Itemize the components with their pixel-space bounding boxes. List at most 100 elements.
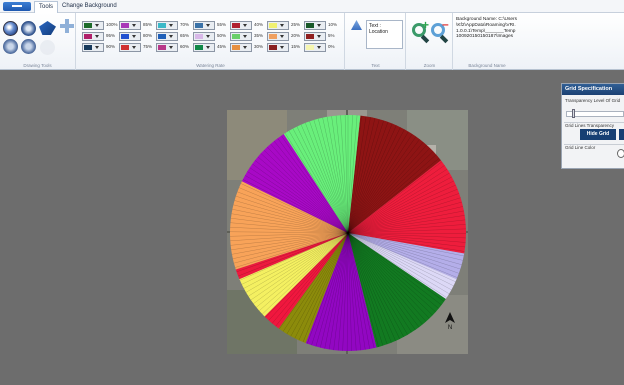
watering-rate-swatch[interactable]: 20% xyxy=(267,32,305,41)
background-name-label: Background Name xyxy=(468,63,506,68)
chevron-down-icon xyxy=(169,35,173,38)
ribbon: Drawing Tools 100% 95% 90% 85% 80% 75% 70% 65% 6… xyxy=(0,13,624,70)
watering-rate-swatch[interactable]: 80% xyxy=(119,32,157,41)
swatch-percent: 80% xyxy=(143,33,153,38)
swatch-percent: 50% xyxy=(217,33,227,38)
swatch-color xyxy=(232,45,240,50)
watering-rate-swatch[interactable]: 40% xyxy=(230,21,268,30)
watering-rate-swatch[interactable]: 30% xyxy=(230,43,268,52)
swatch-percent: 35% xyxy=(254,33,264,38)
swatch-color xyxy=(84,23,92,28)
grid-specification-panel: Grid Specification Transparency Level Of… xyxy=(561,83,624,169)
chevron-down-icon xyxy=(280,35,284,38)
hide-grid-button[interactable]: Hide Grid xyxy=(580,129,616,140)
move-arrows-icon[interactable] xyxy=(60,19,74,33)
canvas-workspace: N Grid Specification Transparency Level … xyxy=(0,71,624,385)
swatch-color xyxy=(195,34,203,39)
watering-rate-swatch[interactable]: 60% xyxy=(156,43,194,52)
watering-rate-swatch[interactable]: 90% xyxy=(82,43,120,52)
chevron-down-icon xyxy=(317,35,321,38)
circle-tool-icon[interactable] xyxy=(21,39,36,54)
tab-tools[interactable]: Tools xyxy=(34,1,59,13)
swatch-color xyxy=(306,34,314,39)
transparency-level-label: Transparency Level Of Grid xyxy=(565,98,621,103)
swatch-color xyxy=(84,45,92,50)
swatch-percent: 55% xyxy=(217,22,227,27)
sector-tool-icon[interactable] xyxy=(3,39,18,54)
watering-rate-swatch[interactable]: 5% xyxy=(304,32,342,41)
transparency-slider-thumb[interactable] xyxy=(571,109,575,118)
application-menu-button[interactable] xyxy=(3,2,31,11)
chevron-down-icon xyxy=(317,46,321,49)
swatch-percent: 0% xyxy=(328,44,335,49)
zoom-in-icon[interactable] xyxy=(412,18,429,37)
watering-rate-swatch[interactable]: 15% xyxy=(267,43,305,52)
swatch-percent: 70% xyxy=(180,22,190,27)
swatch-color xyxy=(158,23,166,28)
watering-rate-group: 100% 95% 90% 85% 80% 75% 70% 65% 60% 55% 50% 45% 40%… xyxy=(77,13,345,70)
watering-rate-swatch[interactable]: 45% xyxy=(193,43,231,52)
watering-rate-swatch[interactable]: 10% xyxy=(304,21,342,30)
watering-rate-swatch[interactable]: 75% xyxy=(119,43,157,52)
watering-rate-swatch[interactable]: 65% xyxy=(156,32,194,41)
swatch-percent: 20% xyxy=(291,33,301,38)
swatch-percent: 65% xyxy=(180,33,190,38)
watering-rate-swatch[interactable]: 95% xyxy=(82,32,120,41)
chevron-down-icon xyxy=(169,46,173,49)
drawing-tools-label: Drawing Tools xyxy=(23,63,52,68)
swatch-color xyxy=(306,45,314,50)
swatch-percent: 90% xyxy=(106,44,116,49)
swatch-percent: 25% xyxy=(291,22,301,27)
chevron-down-icon xyxy=(132,35,136,38)
watering-rate-swatch[interactable]: 85% xyxy=(119,21,157,30)
watering-rate-swatch[interactable]: 25% xyxy=(267,21,305,30)
swatch-color xyxy=(269,34,277,39)
chevron-down-icon xyxy=(206,35,210,38)
swatch-color xyxy=(269,45,277,50)
swatch-percent: 60% xyxy=(180,44,190,49)
swatch-percent: 30% xyxy=(254,44,264,49)
swatch-color xyxy=(121,23,129,28)
watering-rate-swatch[interactable]: 0% xyxy=(304,43,342,52)
zoom-out-icon[interactable] xyxy=(431,17,449,37)
swatch-percent: 85% xyxy=(143,22,153,27)
chevron-down-icon xyxy=(243,35,247,38)
text-group-label: Text xyxy=(371,63,380,68)
chevron-down-icon xyxy=(132,24,136,27)
text-tool-icon[interactable] xyxy=(351,20,362,30)
color-picker-icon[interactable] xyxy=(617,149,624,158)
watering-rate-swatch[interactable]: 100% xyxy=(82,21,120,30)
chevron-down-icon xyxy=(280,46,284,49)
ribbon-tab-bar: Tools Change Background xyxy=(0,0,624,13)
chevron-down-icon xyxy=(169,24,173,27)
swatch-color xyxy=(195,23,203,28)
north-arrow-icon: N xyxy=(445,312,455,330)
swatch-color xyxy=(269,23,277,28)
tab-change-background[interactable]: Change Background xyxy=(58,1,121,13)
text-location-box[interactable]: Text : Location xyxy=(366,20,403,49)
swatch-color xyxy=(121,34,129,39)
watering-rate-swatch[interactable]: 35% xyxy=(230,32,268,41)
disabled-tool-icon xyxy=(40,40,55,55)
watering-rate-label: Watering Rate xyxy=(196,63,225,68)
watering-rate-swatch[interactable]: 55% xyxy=(193,21,231,30)
zoom-group: Zoom xyxy=(407,13,453,70)
chevron-down-icon xyxy=(243,46,247,49)
chevron-down-icon xyxy=(95,46,99,49)
swatch-color xyxy=(121,45,129,50)
secondary-grid-button[interactable] xyxy=(619,129,624,140)
swatch-color xyxy=(158,45,166,50)
watering-rate-swatch[interactable]: 50% xyxy=(193,32,231,41)
grid-line-color-label: Grid Line Color xyxy=(565,145,596,150)
paint-bucket-icon[interactable] xyxy=(39,21,56,35)
background-name-text: Background Name: C:\Users\Kf2\AppData\Ro… xyxy=(456,17,518,40)
chevron-down-icon xyxy=(95,24,99,27)
swatch-color xyxy=(158,34,166,39)
irrigation-pie[interactable] xyxy=(227,110,468,354)
watering-rate-swatch[interactable]: 70% xyxy=(156,21,194,30)
field-image[interactable]: N xyxy=(227,110,468,354)
swatch-color xyxy=(306,23,314,28)
text-group: Text : Location Text xyxy=(346,13,406,70)
compass-icon[interactable] xyxy=(21,21,36,36)
palette-icon[interactable] xyxy=(3,21,18,36)
